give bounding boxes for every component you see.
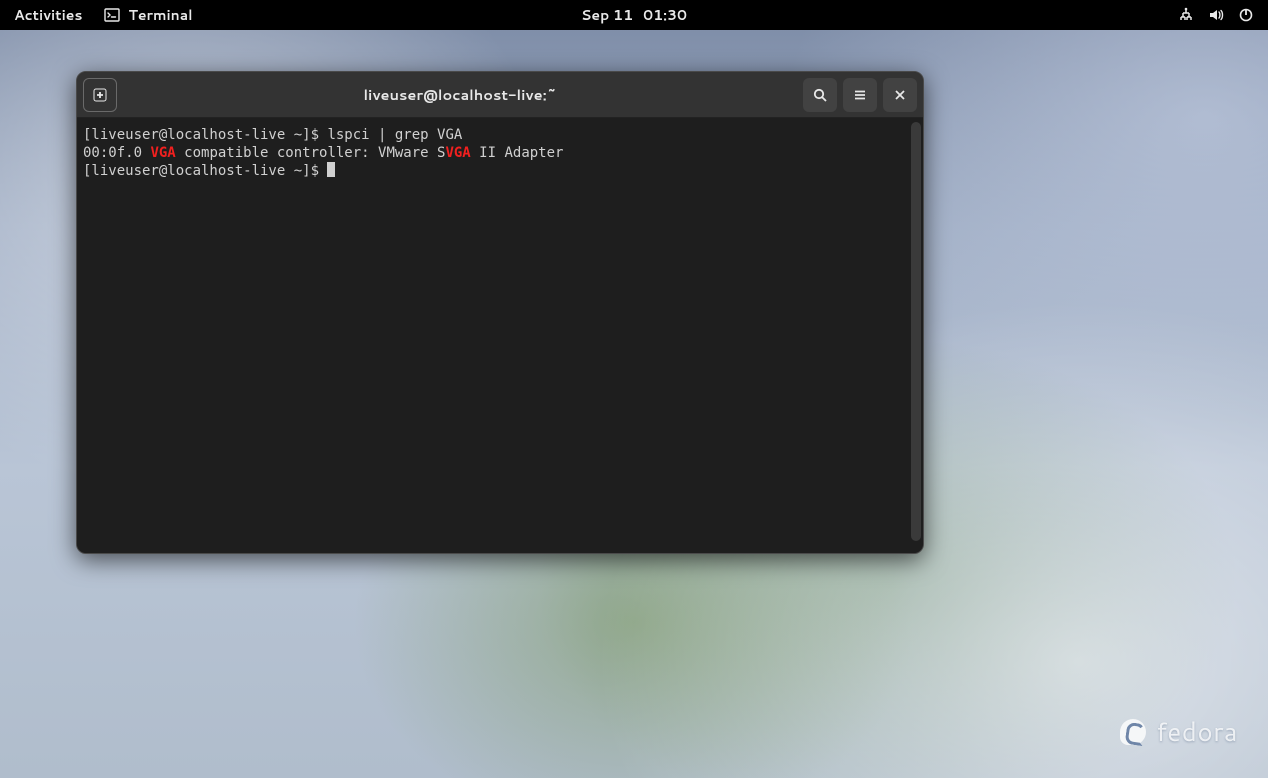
grep-match: VGA	[150, 145, 175, 161]
clock-date: Sep 11	[581, 5, 633, 25]
terminal-line-1: [liveuser@localhost-live ~]$ lspci | gre…	[83, 126, 913, 144]
terminal-window: liveuser@localhost-live:~ [liveuser@loca…	[76, 71, 924, 554]
terminal-body[interactable]: [liveuser@localhost-live ~]$ lspci | gre…	[77, 118, 923, 553]
hamburger-menu-button[interactable]	[843, 78, 877, 112]
clock-menu[interactable]: Sep 11 01:30	[581, 5, 687, 25]
activities-button[interactable]: Activities	[14, 5, 82, 25]
close-button[interactable]	[883, 78, 917, 112]
network-icon[interactable]	[1178, 7, 1194, 23]
clock-time: 01:30	[643, 5, 687, 25]
terminal-line-2: 00:0f.0 VGA compatible controller: VMwar…	[83, 144, 913, 162]
power-icon[interactable]	[1238, 7, 1254, 23]
active-app-menu[interactable]: Terminal	[104, 5, 192, 25]
new-tab-button[interactable]	[83, 78, 117, 112]
terminal-titlebar[interactable]: liveuser@localhost-live:~	[77, 72, 923, 118]
window-title: liveuser@localhost-live:~	[123, 84, 797, 105]
fedora-logo-icon	[1120, 719, 1146, 745]
terminal-scrollbar[interactable]	[911, 122, 921, 541]
cursor	[327, 162, 335, 177]
active-app-name: Terminal	[128, 5, 192, 25]
grep-match: VGA	[445, 145, 470, 161]
fedora-logo-text: fedora	[1156, 714, 1238, 750]
volume-icon[interactable]	[1208, 7, 1224, 23]
search-button[interactable]	[803, 78, 837, 112]
gnome-topbar: Activities Terminal Sep 11 01:30	[0, 0, 1268, 30]
terminal-line-3: [liveuser@localhost-live ~]$	[83, 162, 913, 180]
terminal-app-icon	[104, 7, 120, 23]
fedora-watermark: fedora	[1120, 714, 1238, 750]
